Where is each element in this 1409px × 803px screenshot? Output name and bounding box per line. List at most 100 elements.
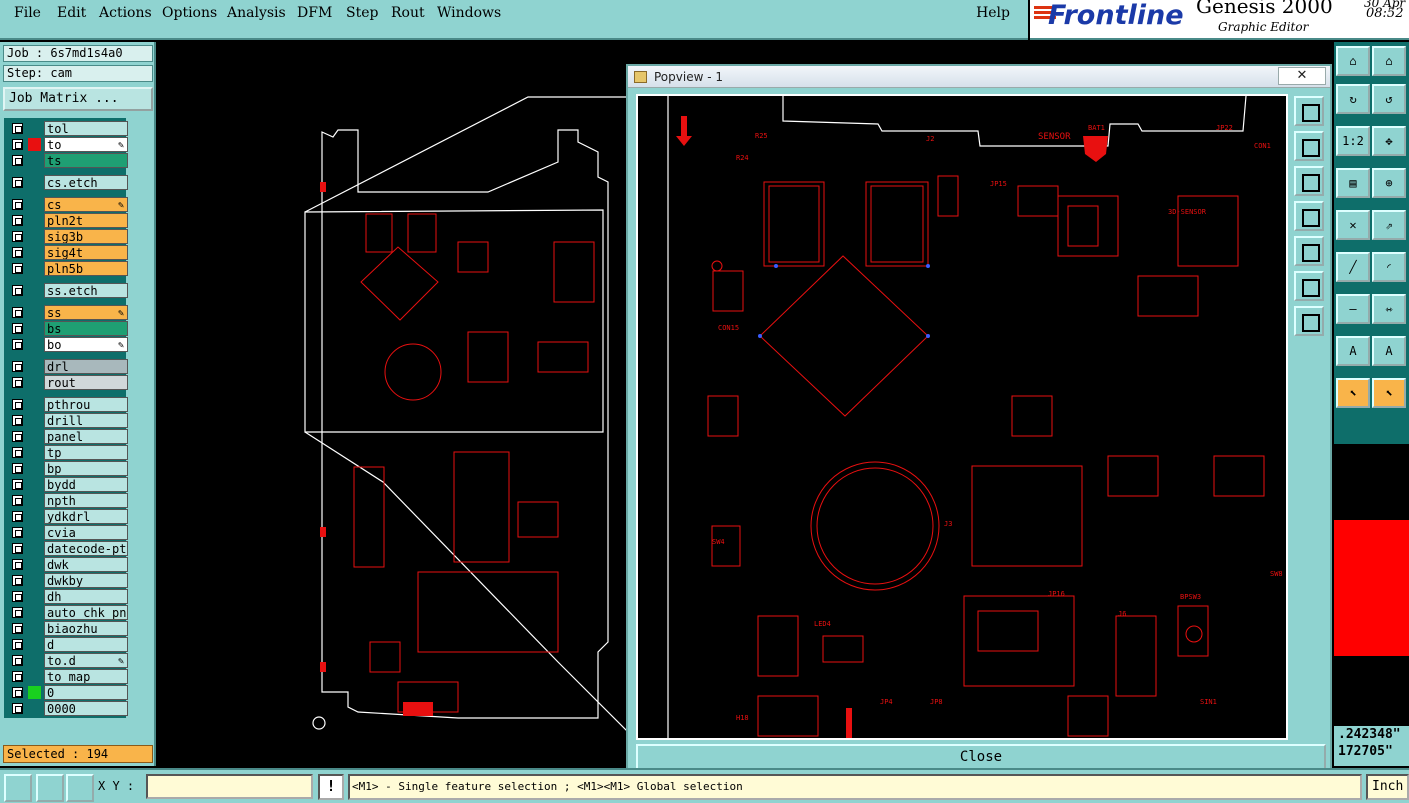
layer-name[interactable]: biaozhu bbox=[44, 621, 128, 636]
grid-icon[interactable] bbox=[66, 774, 94, 802]
layer-row[interactable]: to_map bbox=[8, 669, 128, 684]
scale-icon[interactable]: 1:2 bbox=[1336, 126, 1370, 156]
layer-checkbox[interactable] bbox=[12, 323, 23, 334]
layer-checkbox[interactable] bbox=[12, 687, 23, 698]
fit-view-icon[interactable] bbox=[1294, 271, 1324, 301]
layer-row[interactable]: bo ✎ bbox=[8, 337, 128, 352]
measure-icon[interactable]: ▤ bbox=[1336, 168, 1370, 198]
layer-name[interactable]: drl bbox=[44, 359, 128, 374]
layer-row[interactable]: panel bbox=[8, 429, 128, 444]
layer-row[interactable]: rout bbox=[8, 375, 128, 390]
layer-checkbox[interactable] bbox=[12, 199, 23, 210]
layer-row[interactable]: pln2t bbox=[8, 213, 128, 228]
xy-input[interactable] bbox=[146, 774, 313, 799]
layer-row[interactable]: datecode-pte bbox=[8, 541, 128, 556]
layer-name[interactable]: auto_chk_pnl bbox=[44, 605, 128, 620]
menu-dfm[interactable]: DFM bbox=[297, 5, 332, 21]
layer-row[interactable]: dh bbox=[8, 589, 128, 604]
layer-name[interactable]: pthrou bbox=[44, 397, 128, 412]
layer-checkbox[interactable] bbox=[12, 479, 23, 490]
layer-name[interactable]: dwk bbox=[44, 557, 128, 572]
units-button[interactable]: Inch bbox=[1366, 774, 1409, 800]
connect-icon[interactable]: ⇗ bbox=[1372, 210, 1406, 240]
arc-icon[interactable]: ◜ bbox=[1372, 252, 1406, 282]
layer-checkbox[interactable] bbox=[12, 231, 23, 242]
layer-checkbox[interactable] bbox=[12, 543, 23, 554]
layer-checkbox[interactable] bbox=[12, 559, 23, 570]
close-icon[interactable]: ✕ bbox=[1278, 67, 1326, 85]
layer-checkbox[interactable] bbox=[12, 431, 23, 442]
layer-row[interactable]: bs bbox=[8, 321, 128, 336]
layer-row[interactable]: pln5b bbox=[8, 261, 128, 276]
layer-checkbox[interactable] bbox=[12, 463, 23, 474]
dimension-icon[interactable]: ⇿ bbox=[1372, 294, 1406, 324]
layer-row[interactable]: tp bbox=[8, 445, 128, 460]
layer-name[interactable]: 0 bbox=[44, 685, 128, 700]
layer-name[interactable]: ydkdrl bbox=[44, 509, 128, 524]
layer-checkbox[interactable] bbox=[12, 215, 23, 226]
layer-checkbox[interactable] bbox=[12, 511, 23, 522]
warning-button[interactable]: ! bbox=[318, 774, 344, 800]
layer-checkbox[interactable] bbox=[12, 527, 23, 538]
layer-name[interactable]: tol bbox=[44, 121, 128, 136]
home-icon[interactable]: ⌂ bbox=[1336, 46, 1370, 76]
layer-row[interactable]: sig3b bbox=[8, 229, 128, 244]
layer-row[interactable]: ts bbox=[8, 153, 128, 168]
menu-edit[interactable]: Edit bbox=[57, 5, 86, 21]
zoom-in-icon[interactable] bbox=[1294, 131, 1324, 161]
select-pointer-icon[interactable]: ⬉ bbox=[1336, 378, 1370, 408]
layer-checkbox[interactable] bbox=[12, 639, 23, 650]
move-icon[interactable]: ✥ bbox=[1372, 126, 1406, 156]
layer-checkbox[interactable] bbox=[12, 263, 23, 274]
popview-canvas[interactable]: R25 R24 J2 SENSOR BAT1 JP22 CON1 JP15 3D… bbox=[636, 94, 1288, 740]
layer-name[interactable]: to.d ✎ bbox=[44, 653, 128, 668]
layer-row[interactable]: cvia bbox=[8, 525, 128, 540]
graphic-editor-canvas[interactable] bbox=[158, 42, 628, 766]
layer-name[interactable]: bs bbox=[44, 321, 128, 336]
layer-row[interactable]: ss ✎ bbox=[8, 305, 128, 320]
layer-checkbox[interactable] bbox=[12, 495, 23, 506]
layer-checkbox[interactable] bbox=[12, 607, 23, 618]
layer-name[interactable]: drill bbox=[44, 413, 128, 428]
layer-name[interactable]: rout bbox=[44, 375, 128, 390]
layer-name[interactable]: npth bbox=[44, 493, 128, 508]
layer-row[interactable]: ydkdrl bbox=[8, 509, 128, 524]
layer-name[interactable]: dwkby bbox=[44, 573, 128, 588]
layer-checkbox[interactable] bbox=[12, 361, 23, 372]
layer-row[interactable]: drill bbox=[8, 413, 128, 428]
menu-actions[interactable]: Actions bbox=[99, 5, 152, 21]
snap-icon[interactable]: ⊕ bbox=[1372, 168, 1406, 198]
layer-checkbox[interactable] bbox=[12, 247, 23, 258]
menu-file[interactable]: File bbox=[14, 5, 41, 21]
layer-name[interactable]: cs.etch bbox=[44, 175, 128, 190]
layer-row[interactable]: bp bbox=[8, 461, 128, 476]
layer-checkbox[interactable] bbox=[12, 655, 23, 666]
layer-name[interactable]: pln2t bbox=[44, 213, 128, 228]
snap-corner-icon[interactable] bbox=[4, 774, 32, 802]
layer-name[interactable]: ss.etch bbox=[44, 283, 128, 298]
layer-name[interactable]: bo ✎ bbox=[44, 337, 128, 352]
layer-name[interactable]: tp bbox=[44, 445, 128, 460]
layer-checkbox[interactable] bbox=[12, 703, 23, 714]
layer-name[interactable]: pln5b bbox=[44, 261, 128, 276]
layer-row[interactable]: to ✎ bbox=[8, 137, 128, 152]
layer-name[interactable]: panel bbox=[44, 429, 128, 444]
layer-row[interactable]: ss.etch bbox=[8, 283, 128, 298]
line-icon[interactable]: ╱ bbox=[1336, 252, 1370, 282]
layer-row[interactable]: drl bbox=[8, 359, 128, 374]
pan-left-icon[interactable] bbox=[1294, 201, 1324, 231]
snap-angle-icon[interactable] bbox=[36, 774, 64, 802]
layer-name[interactable]: cvia bbox=[44, 525, 128, 540]
layer-name[interactable]: d bbox=[44, 637, 128, 652]
layer-name[interactable]: ts bbox=[44, 153, 128, 168]
layer-checkbox[interactable] bbox=[12, 447, 23, 458]
zoom-out-icon[interactable] bbox=[1294, 166, 1324, 196]
text-bold-icon[interactable]: A bbox=[1372, 336, 1406, 366]
layer-name[interactable]: datecode-pte bbox=[44, 541, 128, 556]
menu-step[interactable]: Step bbox=[346, 5, 378, 21]
layer-row[interactable]: cs.etch bbox=[8, 175, 128, 190]
menu-help[interactable]: Help bbox=[976, 5, 1010, 21]
center-view-icon[interactable] bbox=[1294, 306, 1324, 336]
job-matrix-button[interactable]: Job Matrix ... bbox=[3, 87, 153, 111]
layer-name[interactable]: dh bbox=[44, 589, 128, 604]
